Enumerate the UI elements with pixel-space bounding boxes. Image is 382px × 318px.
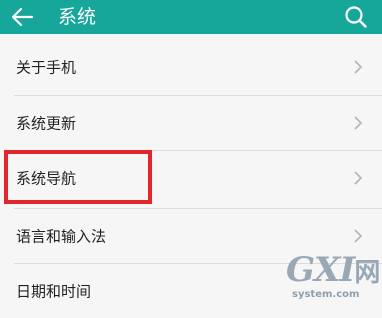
search-button[interactable] (341, 3, 371, 31)
chevron-right-icon (353, 170, 363, 186)
app-bar: 系统 (0, 0, 382, 34)
page-title: 系统 (58, 6, 97, 28)
search-icon (345, 6, 367, 28)
chevron-right-icon (353, 115, 363, 131)
chevron-right-icon (353, 228, 363, 244)
watermark-site-text: system.com (292, 289, 360, 300)
settings-item-label: 关于手机 (16, 58, 77, 77)
arrow-left-icon (11, 7, 34, 27)
settings-item-label: 系统更新 (16, 114, 77, 133)
settings-item-about-phone[interactable]: 关于手机 (0, 40, 382, 94)
watermark-logo: GXI网 system.com (282, 251, 380, 305)
chevron-right-icon (353, 59, 363, 75)
watermark-logo-cn: 网 (354, 258, 380, 288)
settings-item-label: 语言和输入法 (16, 227, 107, 246)
highlight-annotation-box (4, 150, 152, 204)
settings-item-system-update[interactable]: 系统更新 (0, 96, 382, 150)
watermark-logo-text: GXI (286, 250, 355, 290)
back-button[interactable] (6, 3, 36, 31)
settings-item-label: 日期和时间 (16, 282, 92, 301)
